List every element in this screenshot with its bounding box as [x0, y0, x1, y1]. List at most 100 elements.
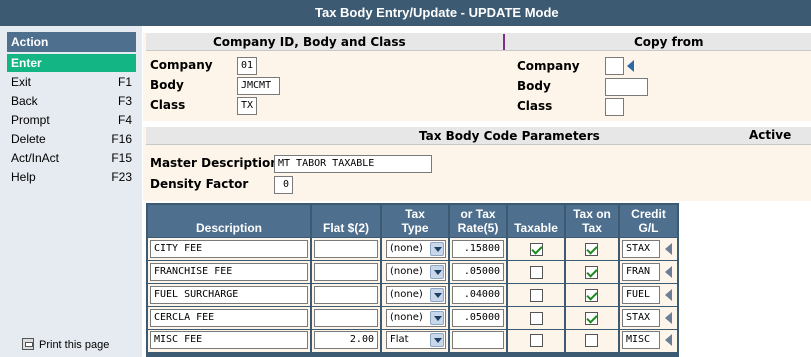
- row-tax-type-select[interactable]: (none): [386, 263, 446, 281]
- col-header-line: or Tax: [460, 207, 496, 221]
- row-flat-field[interactable]: [314, 286, 378, 304]
- sidebar-item-key: F1: [117, 75, 132, 89]
- gl-prompt-icon[interactable]: [665, 312, 672, 324]
- params-section-header: Tax Body Code Parameters Active: [146, 127, 811, 145]
- chevron-down-icon: [430, 333, 444, 347]
- row-tax-type-select[interactable]: (none): [386, 286, 446, 304]
- row-tax-type-value: (none): [390, 243, 423, 254]
- sidebar-item-label: Delete: [11, 132, 46, 146]
- row-taxable-checkbox[interactable]: [530, 312, 543, 325]
- master-description-label: Master Description: [150, 156, 279, 170]
- row-taxable-checkbox[interactable]: [530, 266, 543, 279]
- density-factor-field[interactable]: 0: [274, 176, 293, 194]
- row-tax-type-value: (none): [390, 312, 423, 323]
- row-tax-type-value: Flat: [390, 334, 409, 345]
- row-gl-field[interactable]: FUEL: [622, 286, 660, 304]
- gl-prompt-icon[interactable]: [665, 243, 672, 255]
- company-prompt-icon[interactable]: [627, 60, 634, 72]
- action-sidebar: Action Enter Exit F1 Back F3 Prompt F4 D…: [0, 26, 142, 357]
- row-rate-field[interactable]: .15800: [452, 240, 504, 258]
- sidebar-item-back[interactable]: Back F3: [7, 92, 136, 110]
- sidebar-header: Action: [7, 32, 136, 52]
- row-tax-type-select[interactable]: (none): [386, 309, 446, 327]
- gl-prompt-icon[interactable]: [665, 289, 672, 301]
- row-flat-field[interactable]: [314, 240, 378, 258]
- chevron-down-icon: [430, 288, 444, 302]
- row-rate-field[interactable]: .05000: [452, 263, 504, 281]
- chevron-down-icon: [430, 265, 444, 279]
- row-gl-field[interactable]: STAX: [622, 240, 660, 258]
- row-gl-field[interactable]: STAX: [622, 309, 660, 327]
- company-field[interactable]: 01: [237, 57, 257, 75]
- class-label: Class: [150, 98, 186, 112]
- body-field[interactable]: JMCMT: [237, 77, 280, 95]
- gl-prompt-icon[interactable]: [665, 334, 672, 346]
- sidebar-item-delete[interactable]: Delete F16: [7, 130, 136, 148]
- row-tax-on-tax-checkbox[interactable]: [585, 334, 598, 347]
- company-section-header: Company ID, Body and Class Copy from: [146, 33, 811, 51]
- sidebar-item-label: Back: [11, 94, 38, 108]
- copy-body-field[interactable]: [605, 78, 648, 96]
- col-header-credit-gl: Credit G/L: [620, 205, 677, 237]
- row-description-field[interactable]: MISC FEE: [150, 331, 308, 349]
- print-label: Print this page: [39, 339, 110, 351]
- col-header-line: Tax on: [573, 207, 611, 221]
- col-header-tax-type: Tax Type: [382, 205, 448, 237]
- sidebar-item-help[interactable]: Help F23: [7, 168, 136, 186]
- col-header-line: Tax: [405, 207, 425, 221]
- row-rate-field[interactable]: [452, 331, 504, 349]
- row-taxable-checkbox[interactable]: [530, 243, 543, 256]
- sidebar-item-act-inact[interactable]: Act/InAct F15: [7, 149, 136, 167]
- params-section-title: Tax Body Code Parameters: [419, 129, 600, 143]
- row-taxable-checkbox[interactable]: [530, 334, 543, 347]
- status-badge: Active: [749, 128, 792, 142]
- col-header-line: Credit: [631, 207, 666, 221]
- sidebar-item-key: F15: [111, 151, 132, 165]
- copy-company-field[interactable]: [605, 57, 624, 75]
- col-header-description: Description: [148, 205, 310, 237]
- row-gl-field[interactable]: MISC: [622, 331, 660, 349]
- col-header-rate: or Tax Rate(5): [450, 205, 506, 237]
- row-description-field[interactable]: FRANCHISE FEE: [150, 263, 308, 281]
- col-header-line: G/L: [638, 221, 659, 235]
- row-tax-type-value: (none): [390, 289, 423, 300]
- row-tax-on-tax-checkbox[interactable]: [585, 266, 598, 279]
- sidebar-item-prompt[interactable]: Prompt F4: [7, 111, 136, 129]
- density-factor-label: Density Factor: [150, 177, 249, 191]
- row-tax-type-select[interactable]: (none): [386, 240, 446, 258]
- section-divider: [503, 34, 505, 50]
- copy-class-field[interactable]: [605, 98, 624, 116]
- row-flat-field[interactable]: 2.00: [314, 331, 378, 349]
- sidebar-item-key: F16: [111, 132, 132, 146]
- row-description-field[interactable]: CITY FEE: [150, 240, 308, 258]
- row-taxable-checkbox[interactable]: [530, 289, 543, 302]
- row-description-field[interactable]: FUEL SURCHARGE: [150, 286, 308, 304]
- row-tax-on-tax-checkbox[interactable]: [585, 312, 598, 325]
- print-page-link[interactable]: Print this page: [22, 338, 109, 351]
- sidebar-item-key: F3: [117, 94, 132, 108]
- gl-prompt-icon[interactable]: [665, 266, 672, 278]
- master-description-field[interactable]: MT TABOR TAXABLE: [274, 155, 432, 173]
- col-header-flat: Flat $(2): [312, 205, 380, 237]
- row-description-field[interactable]: CERCLA FEE: [150, 309, 308, 327]
- company-label: Company: [150, 58, 213, 72]
- col-header-line: Tax: [582, 221, 602, 235]
- row-gl-field[interactable]: FRAN: [622, 263, 660, 281]
- row-tax-on-tax-checkbox[interactable]: [585, 243, 598, 256]
- row-rate-field[interactable]: .05000: [452, 309, 504, 327]
- sidebar-item-exit[interactable]: Exit F1: [7, 73, 136, 91]
- sidebar-item-key: F4: [117, 113, 132, 127]
- sidebar-item-key: F23: [111, 170, 132, 184]
- row-tax-on-tax-checkbox[interactable]: [585, 289, 598, 302]
- class-field[interactable]: TX: [237, 97, 257, 115]
- sidebar-item-label: Prompt: [11, 113, 50, 127]
- row-flat-field[interactable]: [314, 263, 378, 281]
- row-tax-type-select[interactable]: Flat: [386, 331, 446, 349]
- col-header-line: Type: [401, 221, 429, 235]
- row-rate-field[interactable]: .04000: [452, 286, 504, 304]
- sidebar-item-enter[interactable]: Enter: [7, 54, 136, 72]
- chevron-down-icon: [430, 311, 444, 325]
- col-header-line: Rate(5): [457, 221, 499, 235]
- copy-company-label: Company: [517, 59, 580, 73]
- row-flat-field[interactable]: [314, 309, 378, 327]
